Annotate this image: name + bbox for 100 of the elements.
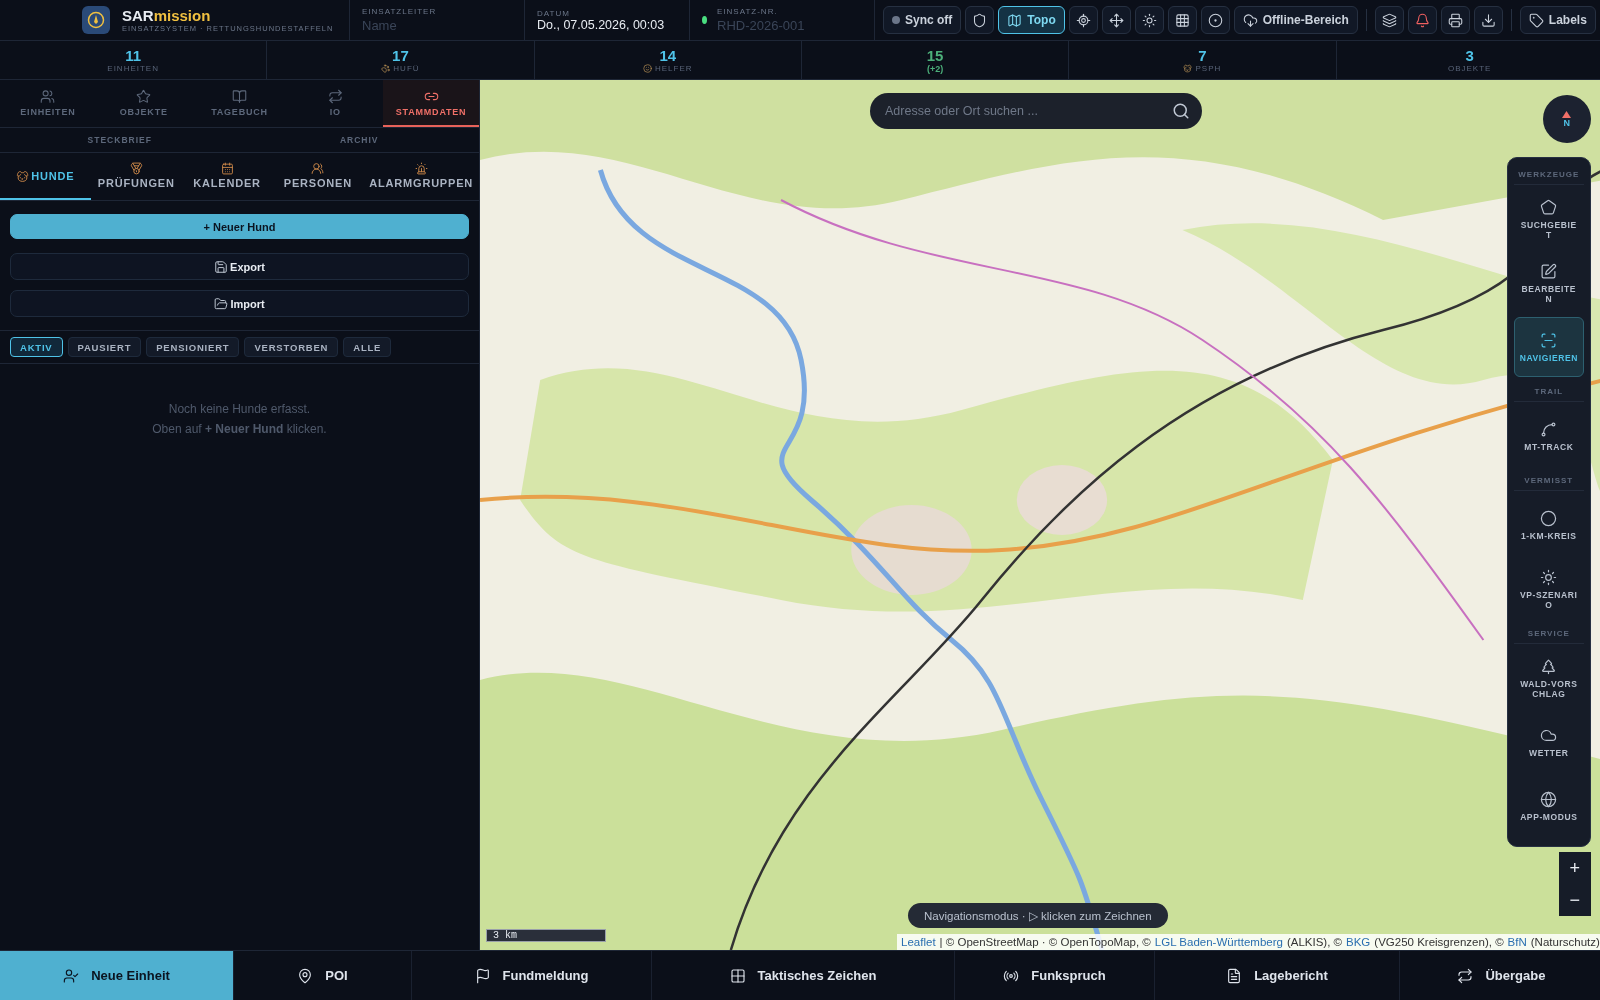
logo-icon bbox=[82, 6, 110, 34]
section-label: WERKZEUGE bbox=[1513, 164, 1584, 185]
toolbar-button[interactable]: Offline-Bereich bbox=[1233, 6, 1358, 34]
section-tab[interactable]: PERSONEN bbox=[272, 153, 364, 200]
attribution-text: (VG250 Kreisgrenzen), © bbox=[1374, 936, 1504, 948]
zoom-out-button[interactable]: − bbox=[1558, 884, 1591, 916]
download-icon bbox=[1480, 12, 1496, 28]
empty-message: Noch keine Hunde erfasst. bbox=[168, 402, 311, 416]
folder-icon bbox=[214, 296, 229, 311]
dog-icon bbox=[1183, 64, 1193, 73]
input-field[interactable]: Name bbox=[362, 17, 507, 33]
tool-button[interactable]: APP-MODUS bbox=[1513, 776, 1584, 836]
layers-button[interactable] bbox=[1374, 6, 1404, 34]
document-icon bbox=[1226, 967, 1243, 984]
tool-button[interactable]: 1-KM-KREIS bbox=[1513, 495, 1584, 555]
section-label: VERMISST bbox=[1513, 470, 1584, 491]
attribution-link[interactable]: Leaflet bbox=[901, 936, 936, 948]
search-icon bbox=[1172, 102, 1190, 120]
import-button[interactable]: Import bbox=[10, 290, 469, 317]
book-icon bbox=[232, 88, 247, 104]
brand-name: SARmission bbox=[122, 6, 211, 24]
crosshair-icon bbox=[1075, 12, 1091, 28]
bell-icon bbox=[1414, 12, 1430, 28]
section-label: SERVICE bbox=[1513, 623, 1584, 644]
calendar-icon bbox=[220, 162, 234, 175]
tool-button[interactable]: SUCHGEBIET bbox=[1513, 189, 1584, 249]
people-icon bbox=[311, 162, 325, 175]
floppy-icon bbox=[214, 259, 229, 274]
tool-button[interactable]: BEARBEITEN bbox=[1513, 253, 1584, 313]
tag-icon bbox=[1528, 12, 1544, 28]
stat-value: 17 bbox=[392, 47, 409, 64]
filter-chip[interactable]: VERSTORBEN bbox=[244, 337, 339, 357]
stat-label: OBJEKTE bbox=[1447, 64, 1492, 73]
stat-label: PSPH bbox=[1195, 64, 1222, 73]
triangle-icon bbox=[1562, 110, 1572, 118]
pentagon-icon bbox=[1540, 198, 1558, 216]
attribution-text: | © OpenStreetMap · © OpenTopoMap, © bbox=[939, 936, 1151, 948]
filter-chip[interactable]: AKTIV bbox=[10, 337, 63, 357]
field-label: EINSATZ-NR. bbox=[717, 6, 779, 16]
new-dog-button[interactable]: + Neuer Hund bbox=[10, 214, 469, 239]
search-field[interactable]: Adresse oder Ort suchen ... bbox=[870, 93, 1202, 129]
tool-button[interactable]: WETTER bbox=[1513, 712, 1584, 772]
attribution-text: (ALKIS), © bbox=[1286, 936, 1343, 948]
attribution-link[interactable]: BKG bbox=[1346, 936, 1371, 948]
export-button[interactable]: Export bbox=[10, 253, 469, 280]
empty-message: Oben auf + Neuer Hund klicken. bbox=[152, 422, 327, 436]
paw-icon bbox=[381, 64, 391, 73]
globe-icon bbox=[1540, 790, 1558, 808]
section-tab[interactable]: ALARMGRUPPEN bbox=[363, 153, 480, 200]
bell-button[interactable] bbox=[1407, 6, 1437, 34]
users-icon bbox=[40, 88, 56, 104]
input-field[interactable]: RHD-2026-001 bbox=[717, 17, 862, 33]
arrows-icon bbox=[1108, 12, 1124, 28]
track-icon bbox=[1540, 420, 1558, 438]
filter-chip[interactable]: PENSIONIERT bbox=[146, 337, 240, 357]
star-icon bbox=[136, 88, 152, 104]
layers-icon bbox=[1381, 12, 1397, 28]
grid-icon bbox=[729, 967, 746, 984]
stat-value: 14 bbox=[659, 47, 677, 64]
arrows-button[interactable] bbox=[1101, 6, 1131, 34]
target-button[interactable] bbox=[1200, 6, 1230, 34]
filter-chip[interactable]: PAUSIERT bbox=[67, 337, 142, 357]
mode-hint: Navigationsmodus · ▷ klicken zum Zeichnen bbox=[908, 903, 1168, 928]
tree-icon bbox=[1540, 657, 1558, 675]
tool-button[interactable]: VP-SZENARIO bbox=[1513, 559, 1584, 619]
stat-value: 15 bbox=[926, 46, 944, 64]
attribution-link[interactable]: BfN bbox=[1507, 936, 1527, 948]
zoom-in-button[interactable]: + bbox=[1558, 852, 1591, 884]
section-tab[interactable]: HUNDE bbox=[0, 153, 91, 200]
tool-button[interactable]: NAVIGIEREN bbox=[1513, 317, 1584, 377]
tool-button[interactable]: MT-TRACK bbox=[1513, 406, 1584, 466]
edit-icon bbox=[1540, 262, 1558, 280]
toolbar-button[interactable]: Labels bbox=[1519, 6, 1596, 34]
grid-button[interactable] bbox=[1167, 6, 1197, 34]
date-value: Do., 07.05.2026, 00:03 bbox=[537, 17, 665, 32]
stat-label: EINHEITEN bbox=[107, 64, 159, 73]
field-label: DATUM bbox=[537, 8, 571, 18]
stat-delta: (+2) bbox=[926, 63, 944, 74]
section-label: TRAIL bbox=[1513, 381, 1584, 402]
action-button[interactable]: Neue Einheit bbox=[0, 951, 234, 1000]
attribution-link[interactable]: LGL Baden-Württemberg bbox=[1154, 936, 1283, 948]
sun-button[interactable] bbox=[1134, 6, 1164, 34]
tool-button[interactable]: WALD-VORSCHLAG bbox=[1513, 648, 1584, 708]
arrows-icon bbox=[1457, 967, 1474, 984]
sun-icon bbox=[1540, 568, 1558, 586]
toolbar-button[interactable]: Topo bbox=[998, 6, 1065, 34]
printer-button[interactable] bbox=[1440, 6, 1470, 34]
stat-value: 7 bbox=[1198, 47, 1207, 64]
medal-icon bbox=[129, 162, 143, 175]
crosshair-button[interactable] bbox=[1068, 6, 1098, 34]
printer-icon bbox=[1447, 12, 1463, 28]
shield-button[interactable] bbox=[965, 6, 995, 34]
section-tab[interactable]: PRÜFUNGEN bbox=[90, 153, 182, 200]
siren-icon bbox=[414, 162, 428, 175]
download-button[interactable] bbox=[1473, 6, 1503, 34]
filter-chip[interactable]: ALLE bbox=[343, 337, 392, 357]
section-tab[interactable]: KALENDER bbox=[181, 153, 273, 200]
nav-tab[interactable]: STAMMDATEN bbox=[383, 80, 479, 127]
toolbar-button[interactable]: Sync off bbox=[883, 6, 962, 34]
target-icon bbox=[1207, 12, 1223, 28]
